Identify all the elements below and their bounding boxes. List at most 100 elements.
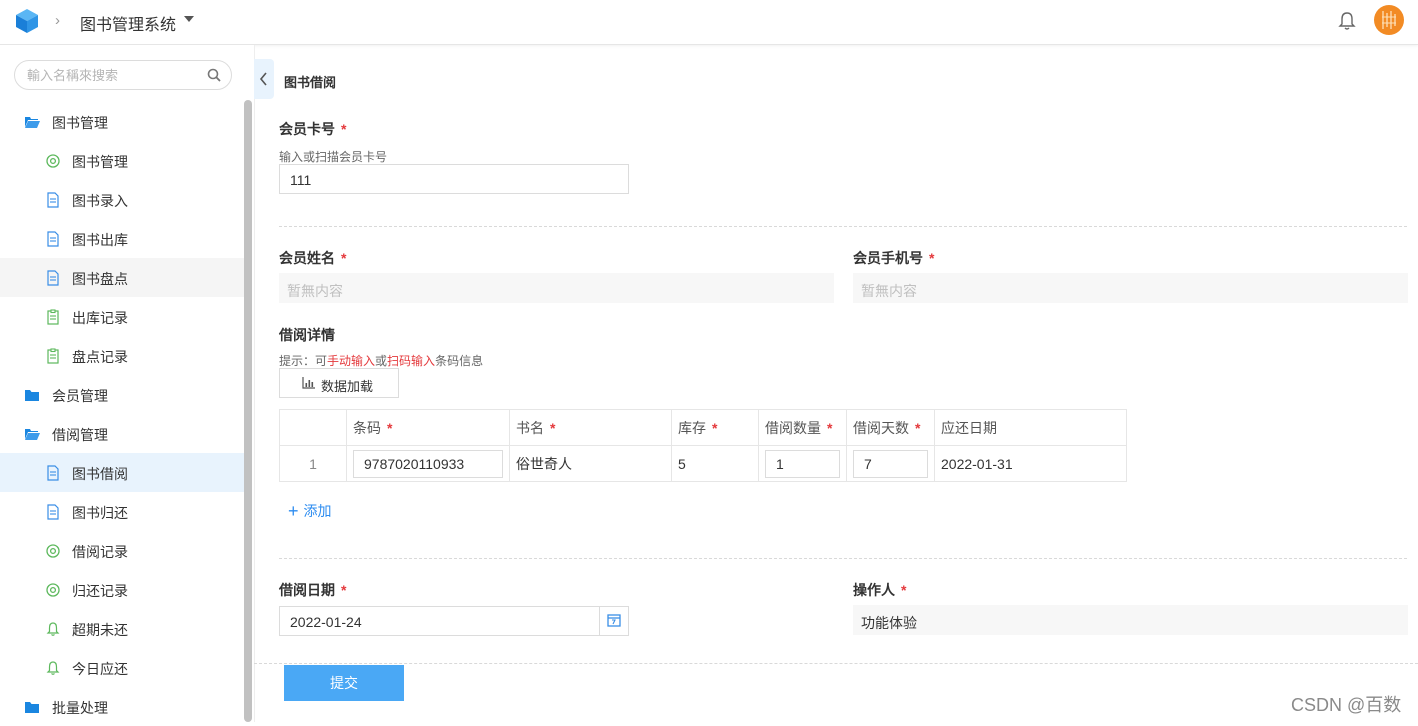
app-title[interactable]: 图书管理系统 [80, 11, 176, 35]
table-cell: 9787020110933 [346, 445, 510, 482]
add-row-label: 添加 [303, 503, 332, 519]
required-mark: * [387, 419, 393, 436]
operator-label: 操作人 * [853, 582, 907, 598]
add-row-button[interactable]: + 添加 [288, 500, 332, 521]
sidebar-item[interactable]: 盘点记录 [0, 336, 244, 375]
document-icon [45, 270, 61, 286]
sidebar-item[interactable]: 图书归还 [0, 492, 244, 531]
column-header-label: 书名 [516, 419, 544, 436]
sidebar-nav: 图书管理 图书管理 图书录入 图书出库 图书盘点 出库记录 盘点记录 会员管理 借阅管理 图书借阅… [0, 102, 244, 726]
barcode-input[interactable]: 9787020110933 [353, 449, 503, 478]
bar-chart-icon [302, 377, 315, 389]
caret-down-icon[interactable] [184, 16, 194, 22]
clipboard-icon [45, 348, 61, 364]
quantity-input[interactable]: 1 [765, 449, 840, 478]
sidebar-item[interactable]: 图书管理 [0, 102, 244, 141]
sidebar-item[interactable]: 图书管理 [0, 141, 244, 180]
member-card-input[interactable]: 111 [279, 164, 629, 194]
sidebar-item-label: 图书管理 [52, 115, 108, 131]
bell-icon [45, 660, 61, 676]
member-phone-label: 会员手机号 * [853, 250, 935, 266]
stock-cell: 5 [671, 445, 759, 482]
folder-open-icon [24, 426, 40, 442]
sidebar-item[interactable]: 超期未还 [0, 609, 244, 648]
member-name-field: 暂無内容 [279, 273, 834, 303]
required-mark: * [712, 419, 718, 436]
sidebar-item-label: 出库记录 [72, 310, 128, 326]
circle-icon [45, 582, 61, 598]
sidebar-item-label: 会员管理 [52, 388, 108, 404]
borrow-table: 条码 * 书名 * 库存 * 借阅数量 * 借阅天数 * 应还日期 1 9787020110933 俗世… [279, 409, 1127, 482]
operator-field: 功能体验 [853, 605, 1408, 635]
column-header: 条码 * [346, 409, 510, 446]
member-phone-field: 暂無内容 [853, 273, 1408, 303]
sidebar-item-label: 盘点记录 [72, 349, 128, 365]
sidebar-item-label: 借阅管理 [52, 427, 108, 443]
sidebar-item-label: 图书借阅 [72, 466, 128, 482]
member-card-label: 会员卡号 * [279, 121, 347, 137]
sidebar-item-label: 今日应还 [72, 661, 128, 677]
document-icon [45, 192, 61, 208]
top-bar: › 图书管理系统 [0, 0, 1418, 45]
search-icon[interactable] [207, 68, 221, 82]
clipboard-icon [45, 309, 61, 325]
avatar-pattern-icon [1382, 11, 1396, 29]
column-header-label: 库存 [678, 419, 706, 436]
circle-icon [45, 153, 61, 169]
sidebar-item-label: 图书管理 [72, 154, 128, 170]
sidebar-item[interactable]: 归还记录 [0, 570, 244, 609]
sidebar-item[interactable]: 借阅管理 [0, 414, 244, 453]
borrow-details-label: 借阅详情 [279, 327, 335, 343]
folder-icon [24, 699, 40, 715]
bell-icon [45, 621, 61, 637]
sidebar-item[interactable]: 图书借阅 [0, 453, 244, 492]
plus-icon: + [288, 501, 299, 521]
main-content: 图书借阅 会员卡号 * 输入或扫描会员卡号 111 会员姓名 * 暂無内容 会员手机… [254, 45, 1418, 722]
watermark: CSDN @百数 [1291, 695, 1402, 715]
sidebar-item[interactable]: 会员管理 [0, 375, 244, 414]
due-date-cell: 2022-01-31 [934, 445, 1127, 482]
borrow-date-label: 借阅日期 * [279, 582, 347, 598]
folder-icon [24, 387, 40, 403]
cube-logo-icon[interactable] [14, 8, 40, 34]
sidebar-item[interactable]: 今日应还 [0, 648, 244, 687]
column-header-label: 借阅数量 [765, 419, 821, 436]
document-icon [45, 231, 61, 247]
sidebar-item-label: 超期未还 [72, 622, 128, 638]
sidebar-item-label: 图书录入 [72, 193, 128, 209]
required-mark: * [827, 419, 833, 436]
sidebar-item[interactable]: 批量处理 [0, 687, 244, 726]
column-header: 借阅天数 * [846, 409, 935, 446]
section-divider [279, 226, 1407, 227]
submit-button[interactable]: 提交 [284, 665, 404, 701]
chevron-left-icon [259, 72, 267, 86]
sidebar-item[interactable]: 借阅记录 [0, 531, 244, 570]
document-icon [45, 504, 61, 520]
sidebar-item[interactable]: 图书出库 [0, 219, 244, 258]
borrow-date-input[interactable]: 2022-01-24 [279, 606, 600, 636]
sidebar: 图书管理图书管理图书录入图书出库图书盘点出库记录盘点记录会员管理借阅管理图书借阅… [0, 45, 255, 722]
row-index: 1 [279, 445, 347, 482]
data-load-button[interactable]: 数据加载 [279, 368, 399, 398]
sidebar-item[interactable]: 图书盘点 [0, 258, 244, 297]
breadcrumb-separator: › [55, 12, 60, 29]
sidebar-search [14, 60, 232, 90]
days-input[interactable]: 7 [853, 449, 928, 478]
folder-open-icon [24, 114, 40, 130]
member-name-label: 会员姓名 * [279, 250, 347, 266]
bell-icon[interactable] [1338, 11, 1356, 31]
collapse-sidebar-button[interactable] [254, 59, 274, 99]
column-header: 书名 * [509, 409, 672, 446]
page-title: 图书借阅 [284, 75, 337, 90]
avatar[interactable] [1374, 5, 1404, 35]
column-header [279, 409, 347, 446]
sidebar-item[interactable]: 图书录入 [0, 180, 244, 219]
search-input[interactable] [25, 67, 209, 84]
sidebar-item[interactable]: 出库记录 [0, 297, 244, 336]
sidebar-scrollbar[interactable] [244, 100, 252, 722]
calendar-button[interactable] [599, 606, 629, 636]
document-icon [45, 465, 61, 481]
sidebar-item-label: 图书归还 [72, 505, 128, 521]
book-title-cell: 俗世奇人 [509, 445, 672, 482]
section-divider [279, 558, 1407, 559]
